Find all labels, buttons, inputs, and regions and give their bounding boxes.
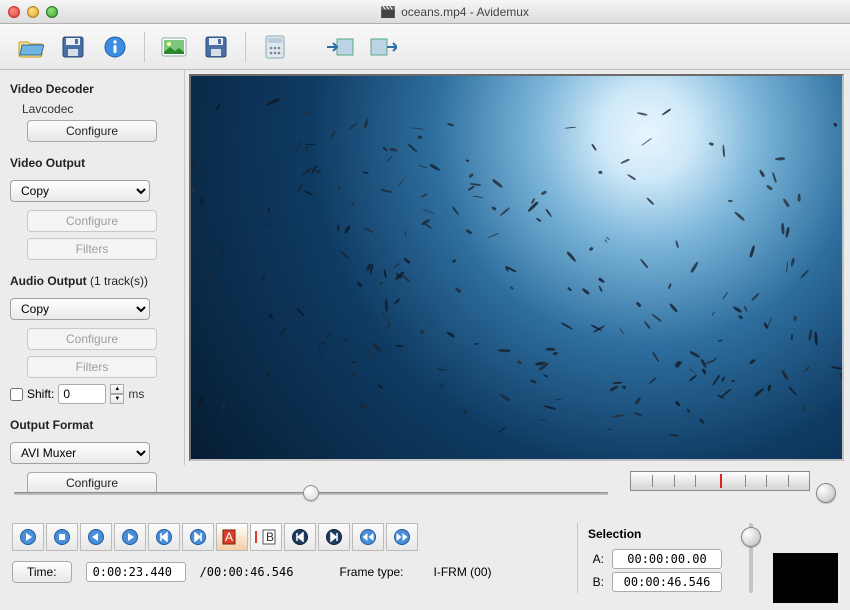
audio-output-heading: Audio Output (1 track(s)) bbox=[10, 274, 174, 288]
next-keyframe-button[interactable] bbox=[182, 523, 214, 551]
minimize-window-button[interactable] bbox=[27, 6, 39, 18]
export-button[interactable] bbox=[366, 32, 400, 62]
prev-keyframe-button[interactable] bbox=[148, 523, 180, 551]
save-file-button[interactable] bbox=[56, 32, 90, 62]
audio-output-configure-button: Configure bbox=[27, 328, 157, 350]
video-output-configure-button: Configure bbox=[27, 210, 157, 232]
selection-b-label: B: bbox=[588, 575, 604, 589]
transport-buttons: A B bbox=[12, 523, 567, 551]
main-toolbar bbox=[0, 24, 850, 70]
audio-thumbnail bbox=[773, 553, 838, 603]
video-preview: // we will generate fish after data-bind… bbox=[189, 74, 844, 461]
prev-black-frame-button[interactable] bbox=[352, 523, 384, 551]
set-marker-b-button[interactable]: B bbox=[250, 523, 282, 551]
selection-heading: Selection bbox=[588, 527, 729, 541]
total-time: /00:00:46.546 bbox=[200, 565, 294, 579]
output-format-select[interactable]: AVI Muxer bbox=[10, 442, 150, 464]
prev-frame-button[interactable] bbox=[80, 523, 112, 551]
next-frame-button[interactable] bbox=[114, 523, 146, 551]
video-output-heading: Video Output bbox=[10, 156, 174, 170]
info-button[interactable] bbox=[98, 32, 132, 62]
app-clapperboard-icon bbox=[381, 6, 395, 18]
selection-a-label: A: bbox=[588, 552, 604, 566]
window-title: oceans.mp4 - Avidemux bbox=[401, 5, 529, 19]
close-window-button[interactable] bbox=[8, 6, 20, 18]
time-button[interactable]: Time: bbox=[12, 561, 72, 583]
video-output-select[interactable]: Copy bbox=[10, 180, 150, 202]
calculator-button[interactable] bbox=[258, 32, 292, 62]
output-format-heading: Output Format bbox=[10, 418, 174, 432]
selection-b-input[interactable] bbox=[612, 572, 722, 592]
window-titlebar: oceans.mp4 - Avidemux bbox=[0, 0, 850, 24]
audio-shift-input[interactable] bbox=[58, 384, 106, 404]
audio-shift-label: Shift: bbox=[27, 387, 54, 401]
toolbar-separator bbox=[245, 32, 246, 62]
frame-type-value: I-FRM (00) bbox=[434, 565, 492, 579]
play-button[interactable] bbox=[12, 523, 44, 551]
audio-shift-spinner[interactable]: ▲▼ bbox=[110, 384, 124, 404]
selection-a-input[interactable] bbox=[612, 549, 722, 569]
video-output-filters-button: Filters bbox=[27, 238, 157, 260]
svg-text:B: B bbox=[266, 530, 274, 544]
goto-end-button[interactable] bbox=[318, 523, 350, 551]
sidebar: Video Decoder Lavcodec Configure Video O… bbox=[0, 70, 185, 465]
volume-slider[interactable] bbox=[737, 523, 765, 593]
audio-output-filters-button: Filters bbox=[27, 356, 157, 378]
traffic-lights bbox=[8, 6, 58, 18]
goto-start-button[interactable] bbox=[284, 523, 316, 551]
video-decoder-configure-button[interactable]: Configure bbox=[27, 120, 157, 142]
jog-reset-button[interactable] bbox=[816, 483, 836, 503]
svg-text:A: A bbox=[225, 530, 233, 544]
save-alt-button[interactable] bbox=[199, 32, 233, 62]
import-button[interactable] bbox=[324, 32, 358, 62]
video-decoder-codec: Lavcodec bbox=[22, 102, 174, 116]
stop-button[interactable] bbox=[46, 523, 78, 551]
image-tool-button[interactable] bbox=[157, 32, 191, 62]
timeline-slider[interactable] bbox=[14, 485, 608, 501]
set-marker-a-button[interactable]: A bbox=[216, 523, 248, 551]
next-black-frame-button[interactable] bbox=[386, 523, 418, 551]
audio-shift-ms: ms bbox=[128, 387, 144, 401]
video-decoder-heading: Video Decoder bbox=[10, 82, 174, 96]
volume-knob[interactable] bbox=[741, 527, 761, 547]
current-time-input[interactable] bbox=[86, 562, 186, 582]
audio-shift-checkbox[interactable] bbox=[10, 388, 23, 401]
open-file-button[interactable] bbox=[14, 32, 48, 62]
bottom-divider bbox=[577, 523, 578, 593]
zoom-window-button[interactable] bbox=[46, 6, 58, 18]
timeline-knob[interactable] bbox=[303, 485, 319, 501]
frame-type-label: Frame type: bbox=[339, 565, 403, 579]
toolbar-separator bbox=[144, 32, 145, 62]
audio-output-select[interactable]: Copy bbox=[10, 298, 150, 320]
jog-scroller[interactable] bbox=[630, 471, 810, 491]
